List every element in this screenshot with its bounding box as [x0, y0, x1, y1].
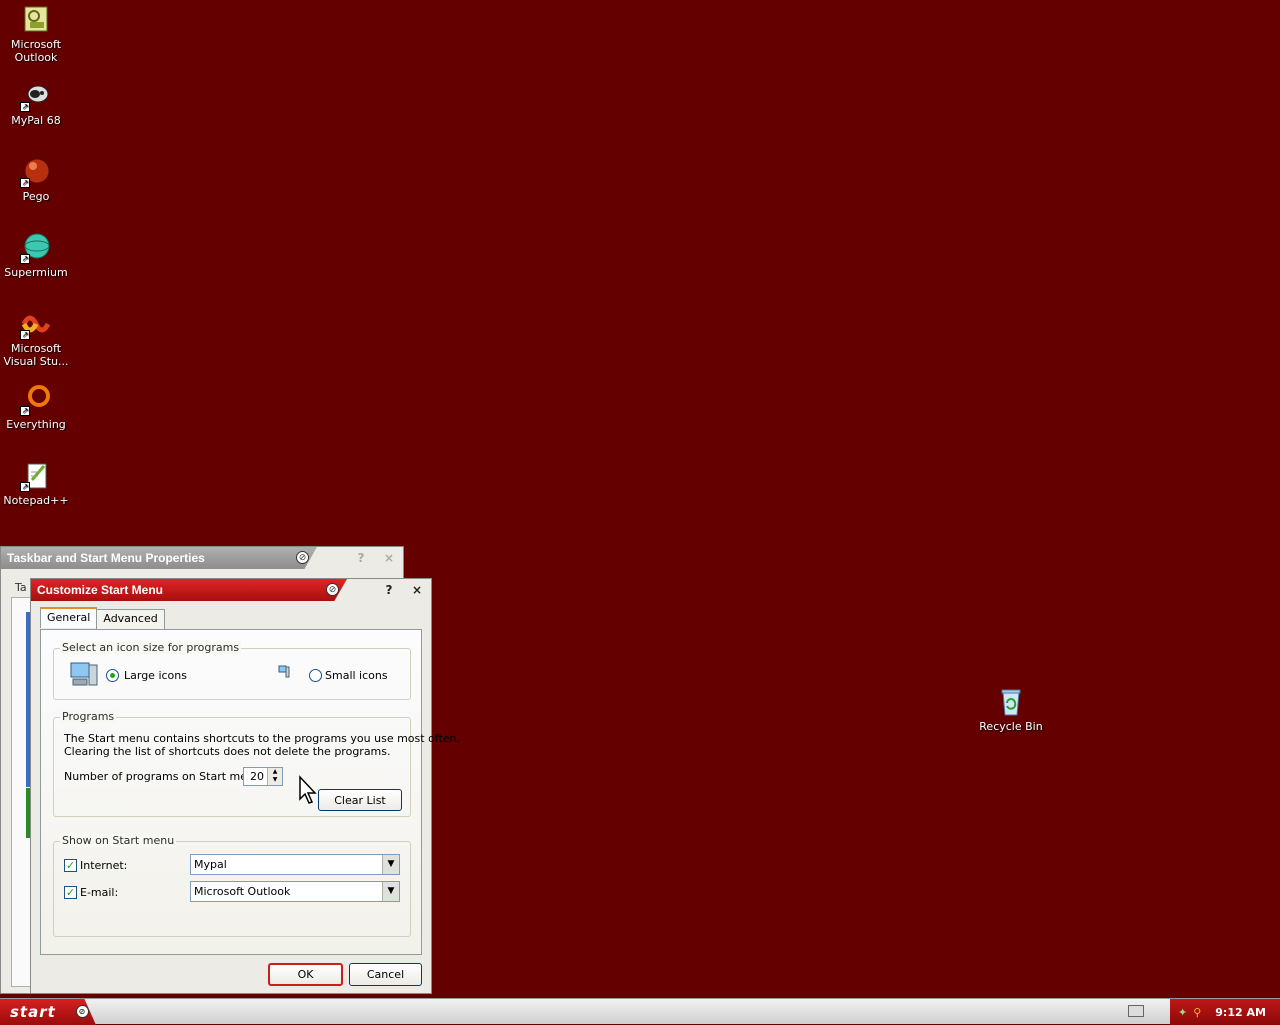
recycle-bin-icon — [995, 686, 1027, 718]
desktop-icon-label: MyPal 68 — [11, 114, 61, 127]
program-count-label: Number of programs on Start menu: — [64, 770, 265, 783]
program-count-value[interactable]: 20 — [250, 770, 264, 783]
clock[interactable]: 9:12 AM — [1215, 1006, 1266, 1019]
icon-size-group: Select an icon size for programs Large i… — [53, 641, 411, 700]
program-count-spinner[interactable]: 20 ▲ ▼ — [243, 767, 283, 786]
keyboard-icon[interactable] — [1128, 1005, 1144, 1017]
large-icons-label[interactable]: Large icons — [124, 669, 187, 682]
everything-icon: ↗ — [20, 384, 52, 416]
start-button[interactable]: start ⊘ — [0, 999, 96, 1025]
network-icon[interactable]: ✦ — [1178, 1006, 1187, 1019]
system-tray: ✦ ⚲ 9:12 AM — [1170, 999, 1280, 1025]
mouse-cursor-icon — [298, 775, 318, 805]
general-tab-panel: Select an icon size for programs Large i… — [40, 629, 460, 955]
visual-studio-icon: ↗ — [20, 308, 52, 340]
chevron-down-icon[interactable]: ▼ — [382, 882, 399, 901]
window-title: Taskbar and Start Menu Properties — [7, 551, 205, 565]
window-menu-icon[interactable]: ⊘ — [296, 551, 309, 564]
email-checkbox[interactable]: ✓ — [64, 886, 77, 899]
taskbar-properties-titlebar[interactable]: Taskbar and Start Menu Properties ⊘ ? × — [1, 547, 403, 569]
desktop-icon-label: Supermium — [4, 266, 68, 279]
desktop-icon-label: Notepad++ — [3, 494, 69, 507]
supermium-icon: ↗ — [20, 232, 52, 264]
show-on-start-menu-group: Show on Start menu ✓ Internet: Mypal ▼ ✓… — [53, 834, 411, 937]
large-icons-icon — [69, 661, 99, 689]
internet-select[interactable]: Mypal ▼ — [190, 854, 400, 875]
desktop-icon-pego[interactable]: ↗ Pego — [0, 156, 72, 203]
pego-icon: ↗ — [20, 156, 52, 188]
start-label: start — [10, 1003, 56, 1021]
taskbar: start ⊘ ✦ ⚲ 9:12 AM — [0, 998, 1280, 1025]
spinner-arrows-icon[interactable]: ▲ ▼ — [267, 768, 282, 785]
window-menu-icon[interactable]: ⊘ — [326, 583, 339, 596]
small-icons-icon — [278, 665, 290, 679]
small-icons-label[interactable]: Small icons — [325, 669, 388, 682]
background-panel — [11, 597, 31, 987]
start-orb-icon: ⊘ — [76, 1005, 89, 1018]
outlook-icon — [20, 4, 52, 36]
small-icons-radio[interactable] — [309, 669, 322, 682]
internet-select-value: Mypal — [194, 858, 227, 871]
search-icon[interactable]: ⚲ — [1193, 1006, 1201, 1019]
email-label[interactable]: E-mail: — [80, 886, 118, 899]
help-button[interactable]: ? — [381, 582, 397, 598]
tab-fragment[interactable]: Ta — [15, 581, 27, 594]
desktop-icon-label: Microsoft Visual Stu... — [3, 342, 69, 368]
desktop-icon-label: Pego — [22, 190, 50, 203]
dialog-titlebar[interactable]: Customize Start Menu ⊘ ? × — [31, 579, 431, 601]
programs-group: Programs The Start menu contains shortcu… — [53, 710, 460, 817]
chevron-down-icon[interactable]: ▼ — [382, 855, 399, 874]
customize-start-menu-dialog: Customize Start Menu ⊘ ? × General Advan… — [30, 578, 460, 994]
desktop-icon-label: Everything — [6, 418, 66, 431]
dialog-title: Customize Start Menu — [37, 583, 164, 597]
group-label: Programs — [60, 710, 117, 723]
email-select[interactable]: Microsoft Outlook ▼ — [190, 881, 400, 902]
cancel-button[interactable]: Cancel — [349, 963, 422, 986]
large-icons-radio[interactable] — [106, 669, 119, 682]
tab-general[interactable]: General — [40, 607, 98, 628]
email-select-value: Microsoft Outlook — [194, 885, 291, 898]
programs-description-2: Clearing the list of shortcuts does not … — [64, 745, 391, 758]
notepadpp-icon: ↗ — [20, 460, 52, 492]
desktop-icon-outlook[interactable]: Microsoft Outlook — [0, 4, 72, 64]
desktop-icon-label: Recycle Bin — [979, 720, 1043, 733]
close-button[interactable]: × — [409, 582, 425, 598]
desktop-icon-mypal[interactable]: ↗ MyPal 68 — [0, 80, 72, 127]
close-button[interactable]: × — [381, 550, 397, 566]
internet-label[interactable]: Internet: — [80, 859, 127, 872]
ok-button[interactable]: OK — [268, 963, 343, 986]
help-button[interactable]: ? — [353, 550, 369, 566]
group-label: Show on Start menu — [60, 834, 177, 847]
programs-description-1: The Start menu contains shortcuts to the… — [64, 732, 461, 745]
mypal-icon: ↗ — [20, 80, 52, 112]
desktop-icon-visual-studio[interactable]: ↗ Microsoft Visual Stu... — [0, 308, 72, 368]
tab-advanced[interactable]: Advanced — [96, 609, 165, 630]
desktop-icon-label: Microsoft Outlook — [10, 38, 62, 64]
desktop-icon-recycle-bin[interactable]: Recycle Bin — [975, 686, 1047, 733]
internet-checkbox[interactable]: ✓ — [64, 859, 77, 872]
group-label: Select an icon size for programs — [60, 641, 242, 654]
desktop-icon-notepadpp[interactable]: ↗ Notepad++ — [0, 460, 72, 507]
desktop-icon-everything[interactable]: ↗ Everything — [0, 384, 72, 431]
desktop-icon-supermium[interactable]: ↗ Supermium — [0, 232, 72, 279]
clear-list-button[interactable]: Clear List — [318, 789, 402, 811]
